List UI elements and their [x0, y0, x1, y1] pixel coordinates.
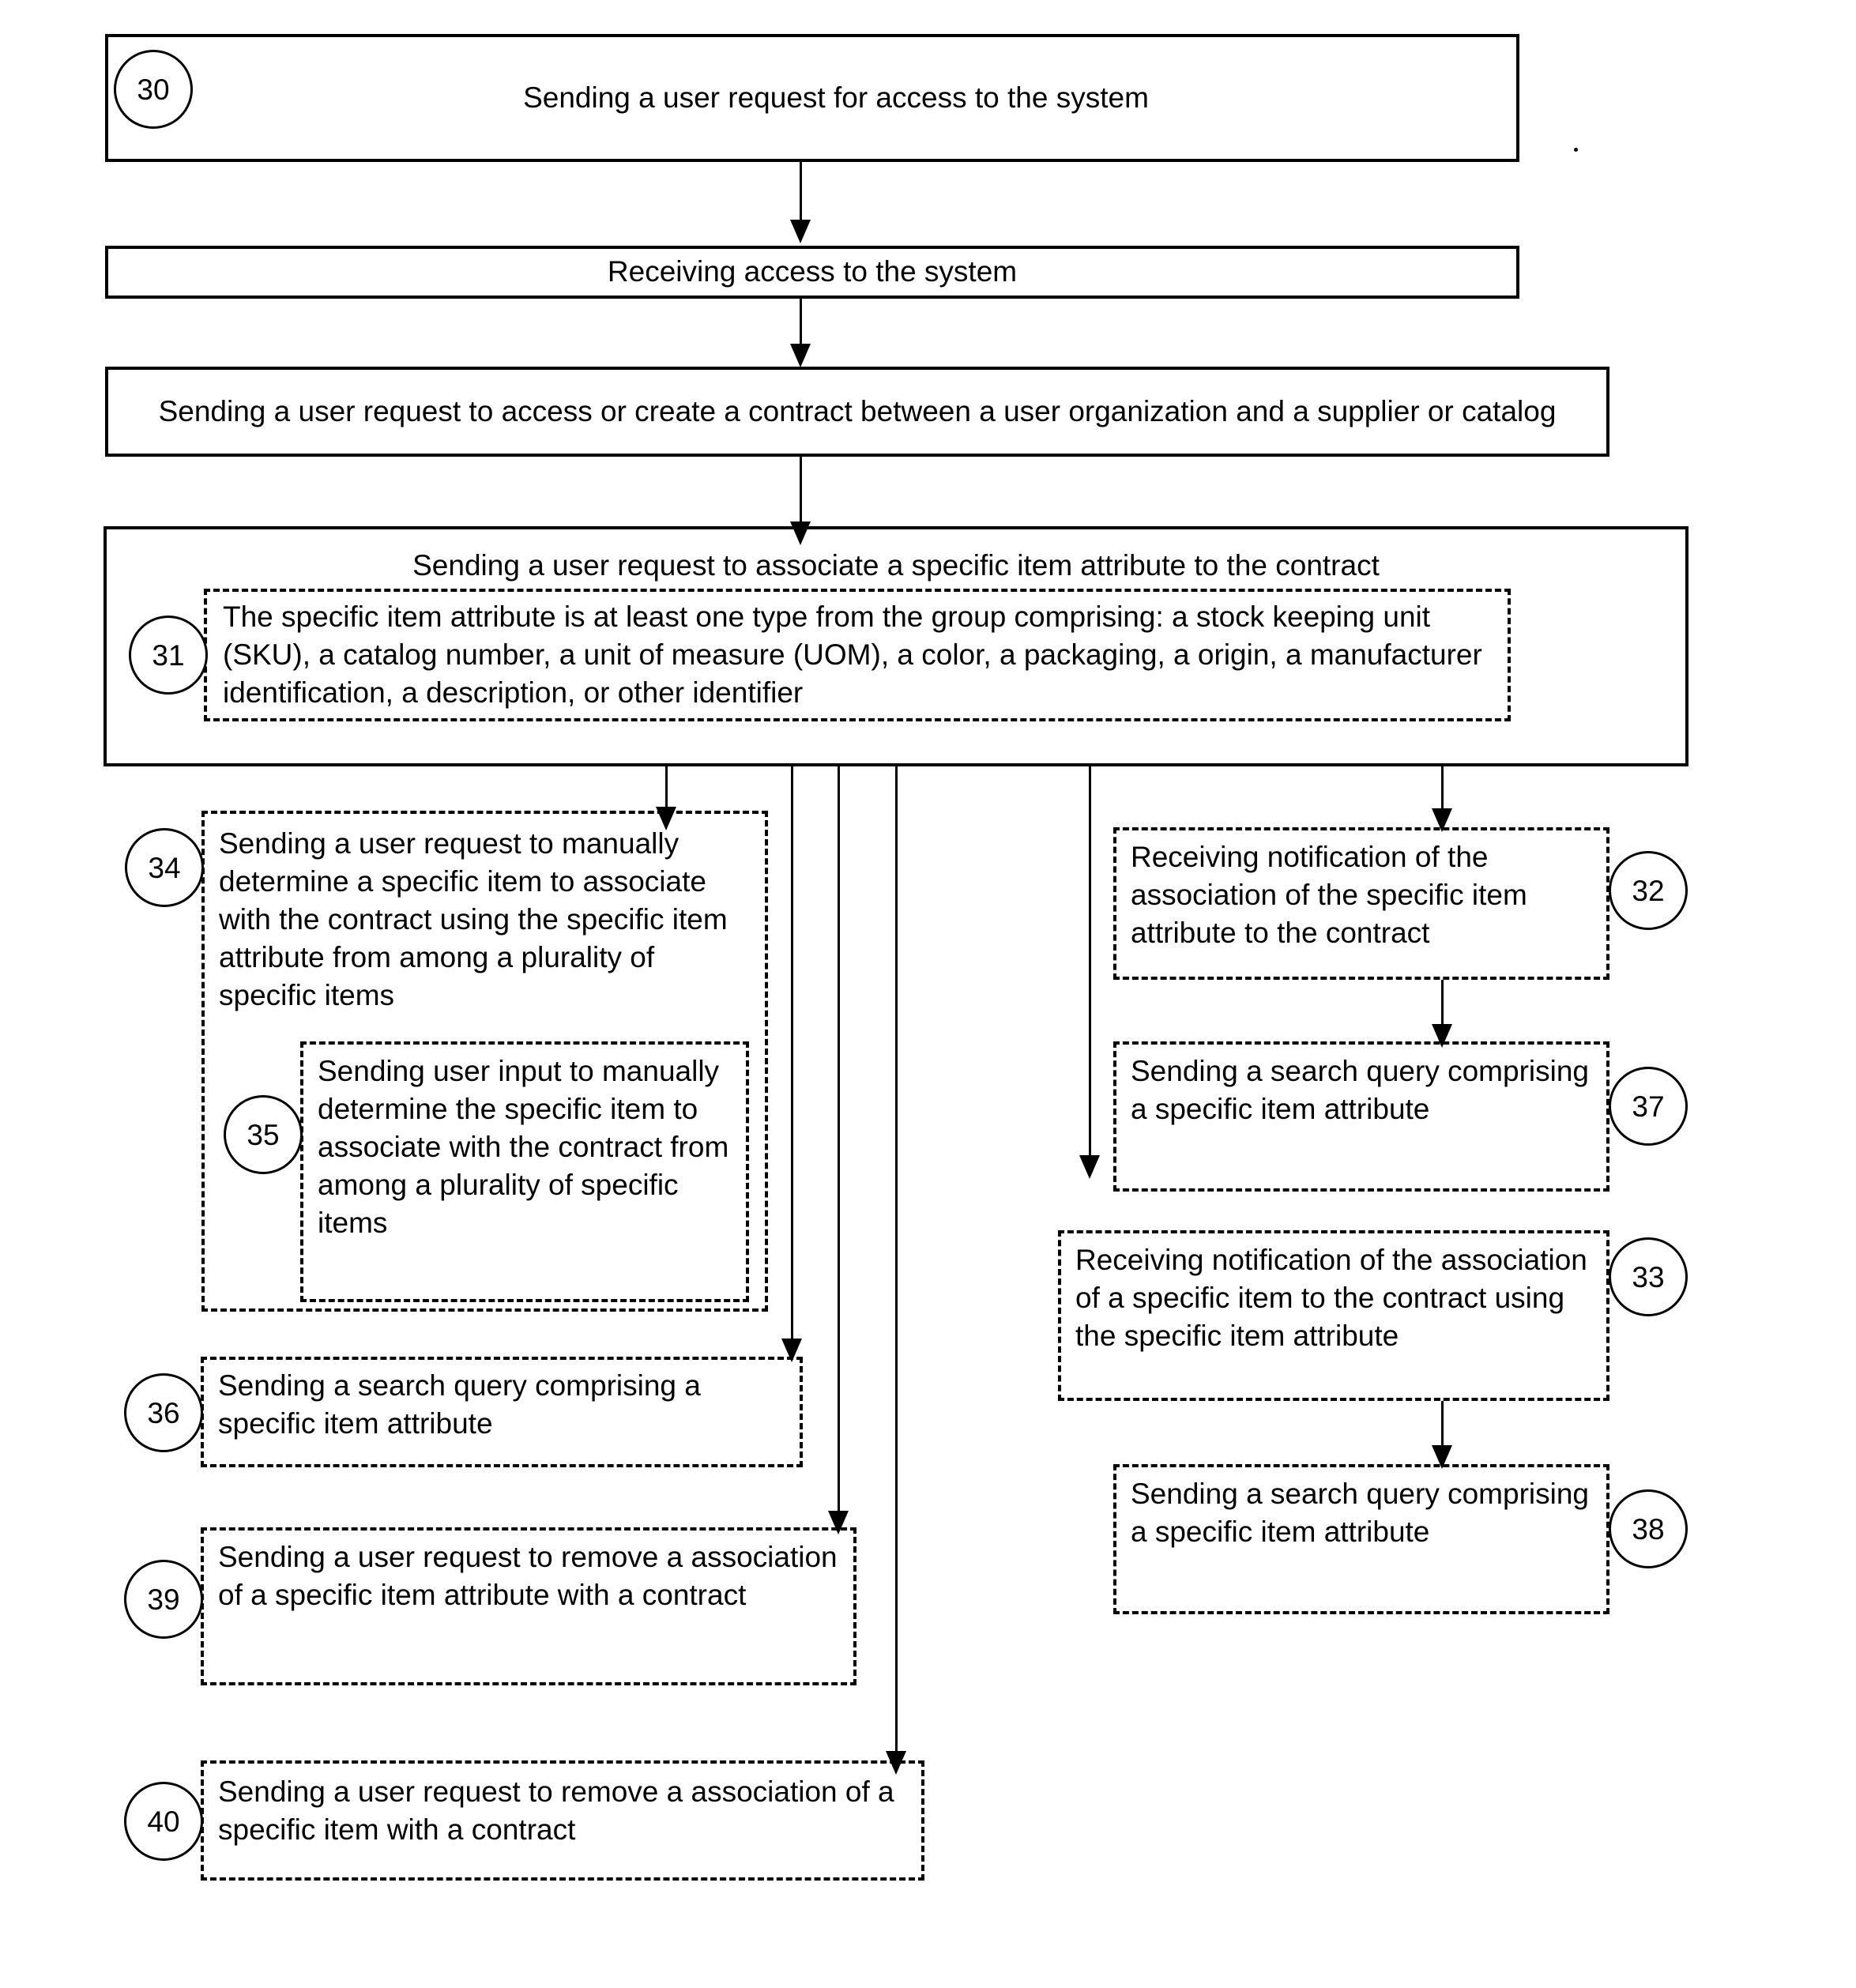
ref-numeral-34-label: 34 — [148, 851, 181, 884]
arrowhead-31-to-32 — [1432, 808, 1452, 832]
ref-numeral-31-label: 31 — [152, 638, 185, 672]
ref-numeral-40-label: 40 — [147, 1805, 180, 1838]
arrowhead-2-to-3 — [790, 344, 811, 367]
ref-numeral-37: 37 — [1609, 1067, 1688, 1146]
connector-31-to-34 — [665, 766, 668, 812]
ref-numeral-33: 33 — [1609, 1237, 1688, 1316]
flowchart-canvas: Sending a user request for access to the… — [0, 0, 1856, 1988]
ref-numeral-37-label: 37 — [1632, 1090, 1665, 1123]
ref-numeral-32-label: 32 — [1632, 874, 1665, 907]
connector-31-to-32 — [1441, 766, 1444, 814]
step-box-36: Sending a search query comprising a spec… — [201, 1357, 803, 1467]
ref-numeral-30: 30 — [114, 50, 193, 129]
connector-3-to-31 — [800, 457, 802, 524]
step-box-receiving-access: Receiving access to the system — [105, 246, 1519, 299]
ref-numeral-35: 35 — [224, 1095, 303, 1174]
ref-numeral-36-label: 36 — [147, 1396, 180, 1429]
ref-numeral-33-label: 33 — [1632, 1260, 1665, 1293]
connector-31-to-33 — [1089, 766, 1091, 1162]
step-box-40-text: Sending a user request to remove a assoc… — [218, 1775, 894, 1847]
ref-numeral-32: 32 — [1609, 851, 1688, 930]
step-box-40: Sending a user request to remove a assoc… — [201, 1760, 924, 1881]
step-box-associate-attribute-text: Sending a user request to associate a sp… — [412, 549, 1380, 582]
arrowhead-31-to-39 — [828, 1511, 849, 1534]
connector-32-to-37 — [1441, 980, 1444, 1030]
step-box-39: Sending a user request to remove a assoc… — [201, 1527, 856, 1685]
arrowhead-33-to-38 — [1432, 1445, 1452, 1469]
step-box-33: Receiving notification of the associatio… — [1058, 1230, 1609, 1401]
ref-numeral-39: 39 — [124, 1560, 203, 1639]
step-box-contract: Sending a user request to access or crea… — [105, 367, 1609, 457]
connector-31-to-40 — [895, 766, 898, 1757]
step-box-32: Receiving notification of the associatio… — [1113, 827, 1609, 980]
ref-numeral-30-label: 30 — [137, 73, 170, 106]
ref-numeral-38: 38 — [1609, 1489, 1688, 1568]
ref-numeral-40: 40 — [124, 1782, 203, 1861]
step-box-33-text: Receiving notification of the associatio… — [1075, 1244, 1587, 1353]
arrowhead-31-to-40 — [886, 1751, 906, 1775]
step-box-37: Sending a search query comprising a spec… — [1113, 1041, 1609, 1192]
arrowhead-31-to-36 — [781, 1339, 802, 1362]
step-box-contract-text: Sending a user request to access or crea… — [158, 394, 1557, 427]
arrowhead-31-to-34 — [656, 807, 676, 830]
connector-30-to-2 — [800, 162, 802, 221]
ref-numeral-35-label: 35 — [247, 1118, 280, 1151]
arrowhead-32-to-37 — [1432, 1024, 1452, 1048]
ref-numeral-39-label: 39 — [147, 1583, 180, 1616]
step-box-31: The specific item attribute is at least … — [204, 589, 1511, 721]
scan-speck — [1574, 148, 1578, 152]
ref-numeral-31: 31 — [129, 616, 208, 695]
step-box-32-text: Receiving notification of the associatio… — [1131, 841, 1527, 950]
step-box-35-text: Sending user input to manually determine… — [318, 1055, 729, 1240]
step-box-receiving-access-text: Receiving access to the system — [607, 255, 1018, 288]
arrowhead-3-to-31 — [790, 521, 811, 545]
arrowhead-30-to-2 — [790, 220, 811, 243]
connector-31-to-36 — [791, 766, 793, 1345]
step-box-38: Sending a search query comprising a spec… — [1113, 1464, 1609, 1614]
step-box-39-text: Sending a user request to remove a assoc… — [218, 1541, 838, 1612]
arrowhead-31-to-33 — [1079, 1155, 1100, 1179]
ref-numeral-38-label: 38 — [1632, 1512, 1665, 1546]
step-box-38-text: Sending a search query comprising a spec… — [1131, 1478, 1589, 1549]
step-box-34-text: Sending a user request to manually deter… — [219, 827, 728, 1012]
ref-numeral-36: 36 — [124, 1373, 203, 1452]
step-box-37-text: Sending a search query comprising a spec… — [1131, 1055, 1589, 1126]
step-box-30-text: Sending a user request for access to the… — [523, 81, 1149, 114]
connector-31-to-39 — [838, 766, 840, 1517]
step-box-31-text: The specific item attribute is at least … — [223, 600, 1482, 710]
step-box-30: Sending a user request for access to the… — [105, 34, 1519, 162]
step-box-35: Sending user input to manually determine… — [300, 1041, 749, 1302]
ref-numeral-34: 34 — [125, 828, 204, 907]
step-box-36-text: Sending a search query comprising a spec… — [218, 1369, 701, 1440]
connector-2-to-3 — [800, 299, 802, 348]
